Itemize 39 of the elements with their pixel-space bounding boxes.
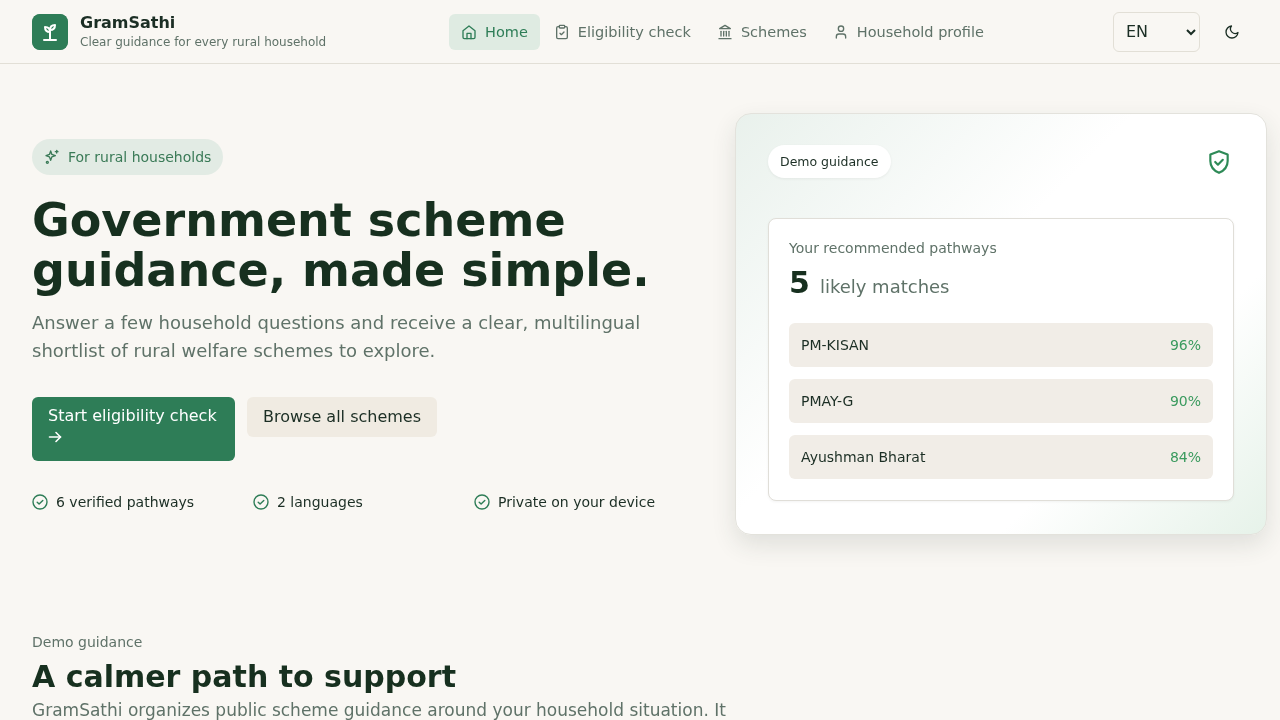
- browse-schemes-button[interactable]: Browse all schemes: [247, 396, 437, 437]
- scheme-name: PMAY-G: [801, 393, 854, 409]
- hero-title: Government scheme guidance, made simple.: [32, 194, 651, 295]
- language-select[interactable]: EN: [1113, 11, 1200, 52]
- nav-tab[interactable]: Schemes: [704, 13, 819, 50]
- hero-subtitle: Answer a few household questions and receive a clear, multilingual shortlist of rural welfare schemes to explore.: [32, 310, 642, 363]
- panel-heading: Your recommended pathways: [789, 239, 998, 257]
- match-count-label: likely matches: [819, 276, 950, 297]
- section-title: A calmer path to support: [32, 658, 457, 696]
- check-circle-icon: [253, 493, 269, 510]
- scheme-name: PM-KISAN: [801, 337, 870, 353]
- start-check-button[interactable]: Start eligibility check: [32, 396, 235, 461]
- bank-building-icon: [716, 23, 733, 40]
- highlight-text: 6 verified pathways: [56, 493, 195, 510]
- nav-tab[interactable]: Eligibility check: [541, 13, 703, 50]
- section-text: GramSathi organizes public scheme guidance around your household situation. It: [32, 699, 727, 720]
- nav-tab[interactable]: Household profile: [820, 13, 996, 50]
- arrow-right-icon: [48, 429, 62, 444]
- match-score: 96%: [1169, 337, 1201, 353]
- brand-tagline: Clear guidance for every rural household: [80, 35, 327, 50]
- sprout-logo-icon: [32, 13, 68, 50]
- sparkle-icon: [44, 148, 60, 165]
- check-circle-icon: [32, 493, 48, 510]
- scheme-name: Ayushman Bharat: [801, 449, 926, 465]
- badge-text: For rural households: [68, 148, 212, 165]
- shield-check-icon: [1206, 148, 1232, 175]
- clipboard-check-icon: [553, 23, 570, 40]
- nav-tab[interactable]: Home: [449, 13, 540, 50]
- check-circle-icon: [474, 493, 490, 510]
- demo-tag: Demo guidance: [768, 145, 891, 178]
- match-score: 84%: [1169, 449, 1201, 465]
- brand-name: GramSathi: [80, 13, 177, 33]
- highlight-text: Private on your device: [498, 493, 656, 510]
- highlight-text: 2 languages: [277, 493, 363, 510]
- section-eyebrow: Demo guidance: [32, 633, 144, 651]
- match-count: 5: [789, 264, 810, 302]
- match-score: 90%: [1169, 393, 1201, 409]
- moon-icon: [1224, 23, 1240, 40]
- home-icon: [461, 23, 477, 40]
